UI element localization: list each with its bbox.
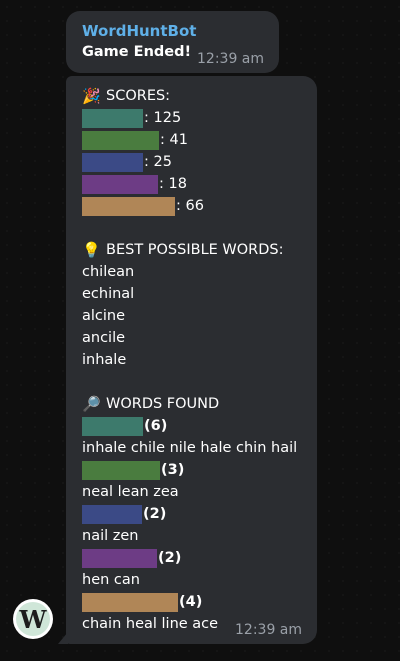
bot-avatar[interactable]: W <box>13 599 53 639</box>
found-words: nail zen <box>82 528 139 544</box>
player-name-spoiler[interactable] <box>82 460 160 480</box>
found-count: (2) <box>143 506 167 522</box>
player-name-spoiler[interactable] <box>82 108 143 128</box>
bubble-tail <box>58 632 68 644</box>
player-score: : 25 <box>144 154 172 170</box>
results-content: 🎉 SCORES: : 125 : 41 : 25 : 18 : 66 💡 BE… <box>82 85 314 635</box>
sender-name[interactable]: WordHuntBot <box>82 22 196 40</box>
best-words-header-label: BEST POSSIBLE WORDS: <box>106 242 284 258</box>
best-word: alcine <box>82 308 126 324</box>
player-score: : 41 <box>160 132 188 148</box>
game-ended-message[interactable]: WordHuntBot Game Ended! 12:39 am <box>66 11 279 73</box>
magnifier-icon: 🔎 <box>82 395 101 413</box>
scores-header-label: SCORES: <box>106 88 171 104</box>
message-time: 12:39 am <box>235 622 303 638</box>
best-word: echinal <box>82 286 135 302</box>
best-word: chilean <box>82 264 135 280</box>
found-player-row: (3) <box>82 459 314 481</box>
best-word: ancile <box>82 330 126 346</box>
player-score: : 18 <box>159 176 187 192</box>
found-count: (3) <box>161 462 185 478</box>
found-words: inhale chile nile hale chin hail <box>82 440 298 456</box>
message-text: Game Ended! <box>82 44 192 60</box>
found-count: (2) <box>158 550 182 566</box>
player-name-spoiler[interactable] <box>82 592 178 612</box>
best-word: inhale <box>82 352 127 368</box>
player-score: : 66 <box>176 198 204 214</box>
score-row: : 25 <box>82 151 314 173</box>
player-name-spoiler[interactable] <box>82 548 157 568</box>
words-found-header: 🔎 WORDS FOUND <box>82 393 314 415</box>
found-player-row: (2) <box>82 503 314 525</box>
found-player-row: (6) <box>82 415 314 437</box>
player-name-spoiler[interactable] <box>82 504 142 524</box>
best-words-header: 💡 BEST POSSIBLE WORDS: <box>82 239 314 261</box>
player-score: : 125 <box>144 110 182 126</box>
found-count: (4) <box>179 594 203 610</box>
found-words: hen can <box>82 572 140 588</box>
light-bulb-icon: 💡 <box>82 241 101 259</box>
found-player-row: (2) <box>82 547 314 569</box>
score-row: : 125 <box>82 107 314 129</box>
message-time: 12:39 am <box>197 51 265 67</box>
score-row: : 18 <box>82 173 314 195</box>
found-player-row: (4) <box>82 591 314 613</box>
player-name-spoiler[interactable] <box>82 416 143 436</box>
score-row: : 41 <box>82 129 314 151</box>
found-count: (6) <box>144 418 168 434</box>
score-row: : 66 <box>82 195 314 217</box>
player-name-spoiler[interactable] <box>82 196 175 216</box>
found-words: neal lean zea <box>82 484 179 500</box>
scores-header: 🎉 SCORES: <box>82 85 314 107</box>
words-found-header-label: WORDS FOUND <box>106 396 220 412</box>
player-name-spoiler[interactable] <box>82 130 159 150</box>
player-name-spoiler[interactable] <box>82 174 158 194</box>
party-popper-icon: 🎉 <box>82 87 101 105</box>
player-name-spoiler[interactable] <box>82 152 143 172</box>
avatar-letter: W <box>16 602 50 636</box>
results-message[interactable]: 🎉 SCORES: : 125 : 41 : 25 : 18 : 66 💡 BE… <box>66 76 317 644</box>
